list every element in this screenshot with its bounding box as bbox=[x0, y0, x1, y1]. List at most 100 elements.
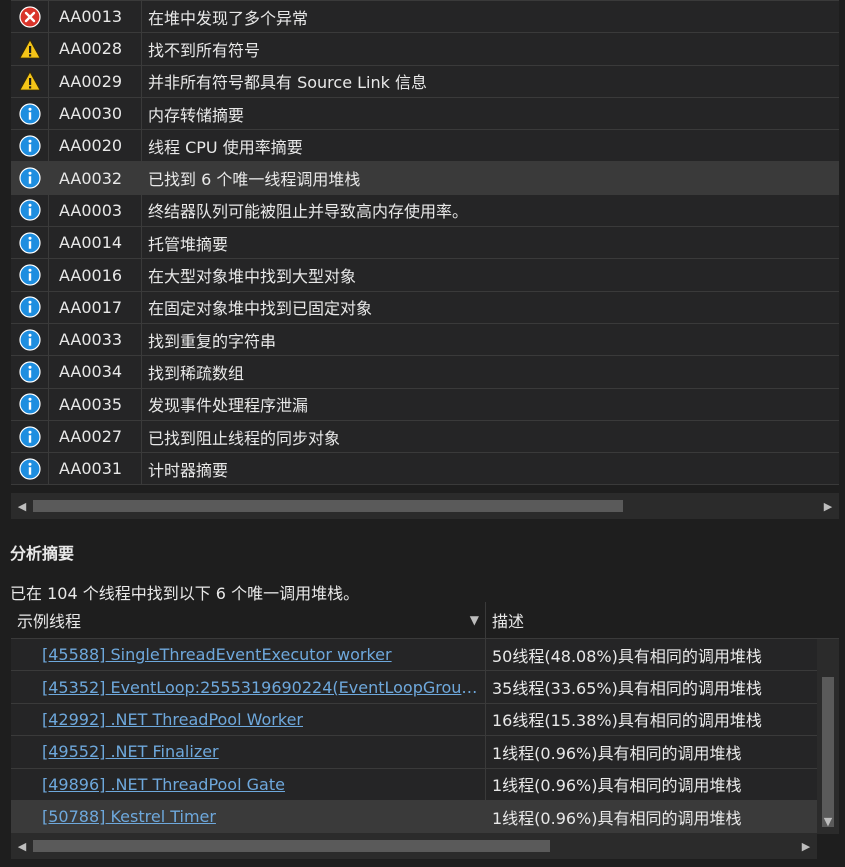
diagnostics-horizontal-scrollbar[interactable]: ◀ ▶ bbox=[11, 493, 839, 519]
scroll-thumb[interactable] bbox=[822, 677, 834, 827]
diagnostic-code: AA0031 bbox=[49, 453, 142, 485]
diagnostic-row[interactable]: AA0035 发现事件处理程序泄漏 bbox=[11, 388, 839, 421]
diagnostic-code: AA0027 bbox=[49, 420, 142, 453]
diagnostic-title: 找到重复的字符串 bbox=[148, 331, 277, 351]
diagnostic-code: AA0030 bbox=[49, 97, 142, 130]
call-stacks-horizontal-scrollbar[interactable]: ◀ ▶ bbox=[11, 833, 817, 859]
diagnostic-title: 内存转储摘要 bbox=[148, 105, 245, 125]
diagnostic-title: 并非所有符号都具有 Source Link 信息 bbox=[148, 73, 427, 93]
info-icon bbox=[11, 227, 49, 259]
diagnostic-code: AA0034 bbox=[49, 356, 142, 388]
diagnostic-row[interactable]: AA0028 找不到所有符号 bbox=[11, 33, 839, 66]
scroll-thumb[interactable] bbox=[33, 500, 623, 512]
info-icon bbox=[11, 97, 49, 130]
diagnostic-row[interactable]: AA0029 并非所有符号都具有 Source Link 信息 bbox=[11, 65, 839, 98]
call-stacks-table: 示例线程 ▼ 描述 [45588] SingleThreadEventExecu… bbox=[11, 602, 839, 834]
call-stack-row[interactable]: [49896] .NET ThreadPool Gate 1线程(0.96%)具有… bbox=[11, 768, 817, 801]
call-stack-description: 1线程(0.96%)具有相同的调用堆栈 bbox=[492, 808, 742, 828]
scroll-left-icon[interactable]: ◀ bbox=[11, 840, 33, 853]
diagnostic-title: 在堆中发现了多个异常 bbox=[148, 8, 309, 28]
diagnostic-row[interactable]: AA0017 在固定对象堆中找到已固定对象 bbox=[11, 291, 839, 324]
sample-thread-cell: [45352] EventLoop:2555319690224(EventLoo… bbox=[11, 671, 486, 703]
info-icon bbox=[11, 388, 49, 420]
info-icon bbox=[11, 130, 49, 162]
diagnostics-table: AA0013 在堆中发现了多个异常 AA0028 找不到所有符号 AA0029 并非所有符… bbox=[11, 0, 839, 486]
diagnostic-title: 在大型对象堆中找到大型对象 bbox=[148, 267, 357, 287]
sample-thread-cell: [49552] .NET Finalizer bbox=[11, 736, 486, 768]
warning-icon bbox=[11, 65, 49, 97]
diagnostic-title: 在固定对象堆中找到已固定对象 bbox=[148, 299, 373, 319]
scroll-track[interactable] bbox=[33, 493, 817, 519]
diagnostic-code: AA0003 bbox=[49, 194, 142, 227]
diagnostic-title: 终结器队列可能被阻止并导致高内存使用率。 bbox=[148, 202, 469, 222]
analysis-summary-heading: 分析摘要 bbox=[10, 544, 75, 563]
thread-link[interactable]: [42992] .NET ThreadPool Worker bbox=[42, 710, 303, 729]
diagnostic-row[interactable]: AA0013 在堆中发现了多个异常 bbox=[11, 1, 839, 34]
sample-thread-cell: [45588] SingleThreadEventExecutor worker bbox=[11, 639, 486, 671]
diagnostic-code: AA0016 bbox=[49, 259, 142, 291]
call-stack-row[interactable]: [45352] EventLoop:2555319690224(EventLoo… bbox=[11, 671, 817, 704]
diagnostic-code: AA0029 bbox=[49, 65, 142, 97]
diagnostic-row[interactable]: AA0016 在大型对象堆中找到大型对象 bbox=[11, 259, 839, 292]
call-stacks-vertical-scrollbar[interactable]: ▼ bbox=[817, 639, 839, 834]
chevron-down-icon[interactable]: ▼ bbox=[470, 613, 479, 627]
call-stack-description: 16线程(15.38%)具有相同的调用堆栈 bbox=[492, 711, 762, 731]
diagnostic-row[interactable]: AA0034 找到稀疏数组 bbox=[11, 356, 839, 389]
diagnostic-code: AA0028 bbox=[49, 33, 142, 65]
diagnostic-title: 找不到所有符号 bbox=[148, 40, 261, 60]
scroll-down-icon[interactable]: ▼ bbox=[817, 815, 839, 828]
error-icon bbox=[11, 1, 49, 33]
thread-link[interactable]: [49896] .NET ThreadPool Gate bbox=[42, 775, 285, 794]
thread-link[interactable]: [49552] .NET Finalizer bbox=[42, 742, 219, 761]
scroll-thumb[interactable] bbox=[33, 840, 550, 852]
column-header-description[interactable]: 描述 bbox=[486, 608, 839, 632]
info-icon bbox=[11, 291, 49, 323]
sample-thread-cell: [42992] .NET ThreadPool Worker bbox=[11, 703, 486, 736]
call-stack-row[interactable]: [45588] SingleThreadEventExecutor worker… bbox=[11, 639, 817, 672]
call-stacks-table-header: 示例线程 ▼ 描述 bbox=[11, 602, 839, 639]
diagnostic-title: 已找到阻止线程的同步对象 bbox=[148, 428, 341, 448]
thread-link[interactable]: [45588] SingleThreadEventExecutor worker bbox=[42, 645, 392, 664]
info-icon bbox=[11, 356, 49, 388]
diagnostic-row[interactable]: AA0020 线程 CPU 使用率摘要 bbox=[11, 130, 839, 163]
diagnostic-code: AA0033 bbox=[49, 323, 142, 356]
diagnostic-title: 计时器摘要 bbox=[148, 460, 229, 480]
sample-thread-cell: [49896] .NET ThreadPool Gate bbox=[11, 768, 486, 800]
thread-link[interactable]: [50788] Kestrel Timer bbox=[42, 807, 216, 826]
call-stack-row[interactable]: [42992] .NET ThreadPool Worker 16线程(15.38… bbox=[11, 703, 817, 737]
info-icon bbox=[11, 194, 49, 227]
call-stack-row[interactable]: [50788] Kestrel Timer 1线程(0.96%)具有相同的调用堆栈 bbox=[11, 800, 817, 834]
sample-thread-cell: [50788] Kestrel Timer bbox=[11, 800, 486, 833]
info-icon bbox=[11, 420, 49, 453]
scroll-left-icon[interactable]: ◀ bbox=[11, 500, 33, 513]
scroll-right-icon[interactable]: ▶ bbox=[817, 500, 839, 513]
analysis-summary-description: 已在 104 个线程中找到以下 6 个唯一调用堆栈。 bbox=[10, 584, 360, 603]
diagnostic-code: AA0017 bbox=[49, 291, 142, 323]
scroll-track[interactable] bbox=[33, 833, 795, 859]
call-stack-row[interactable]: [49552] .NET Finalizer 1线程(0.96%)具有相同的调用堆… bbox=[11, 736, 817, 769]
info-icon bbox=[11, 453, 49, 485]
column-header-sample-thread[interactable]: 示例线程 ▼ bbox=[11, 602, 486, 638]
call-stack-description: 1线程(0.96%)具有相同的调用堆栈 bbox=[492, 776, 742, 796]
warning-icon bbox=[11, 33, 49, 65]
diagnostic-row[interactable]: AA0033 找到重复的字符串 bbox=[11, 323, 839, 357]
diagnostic-row[interactable]: AA0032 已找到 6 个唯一线程调用堆栈 bbox=[11, 162, 839, 195]
scroll-right-icon[interactable]: ▶ bbox=[795, 840, 817, 853]
thread-link[interactable]: [45352] EventLoop:2555319690224(EventLoo… bbox=[42, 678, 482, 697]
info-icon bbox=[11, 259, 49, 291]
diagnostic-row[interactable]: AA0031 计时器摘要 bbox=[11, 453, 839, 486]
diagnostic-row[interactable]: AA0027 已找到阻止线程的同步对象 bbox=[11, 420, 839, 454]
diagnostic-title: 发现事件处理程序泄漏 bbox=[148, 396, 309, 416]
diagnostic-code: AA0035 bbox=[49, 388, 142, 420]
diagnostic-title: 找到稀疏数组 bbox=[148, 363, 245, 383]
call-stack-description: 50线程(48.08%)具有相同的调用堆栈 bbox=[492, 646, 762, 666]
call-stacks-rows: [45588] SingleThreadEventExecutor worker… bbox=[11, 639, 817, 834]
diagnostic-title: 线程 CPU 使用率摘要 bbox=[148, 137, 303, 157]
info-icon bbox=[11, 162, 49, 194]
diagnostic-title: 已找到 6 个唯一线程调用堆栈 bbox=[148, 170, 361, 190]
diagnostic-row[interactable]: AA0030 内存转储摘要 bbox=[11, 97, 839, 131]
diagnostic-row[interactable]: AA0003 终结器队列可能被阻止并导致高内存使用率。 bbox=[11, 194, 839, 228]
call-stack-description: 1线程(0.96%)具有相同的调用堆栈 bbox=[492, 743, 742, 763]
diagnostic-code: AA0020 bbox=[49, 130, 142, 162]
diagnostic-row[interactable]: AA0014 托管堆摘要 bbox=[11, 227, 839, 260]
